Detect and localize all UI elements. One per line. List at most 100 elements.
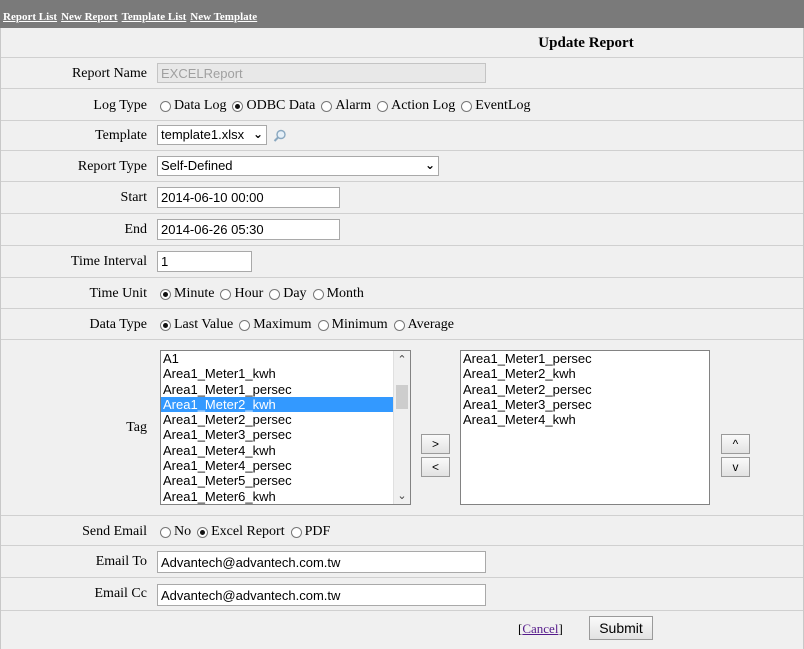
email-to-input[interactable] xyxy=(157,551,486,573)
template-row: Template template1.xlsx ⌄ xyxy=(1,121,803,151)
report-name-row: Report Name xyxy=(1,58,803,89)
log-type-radio-eventlog[interactable] xyxy=(461,100,473,112)
data-type-row: Data Type Last Value Maximum Minimum Ave… xyxy=(1,309,803,340)
add-tag-button[interactable]: > xyxy=(421,434,450,454)
time-unit-radio-minute[interactable] xyxy=(160,288,171,300)
list-item[interactable]: Area1_Meter1_kwh xyxy=(161,366,410,381)
list-item[interactable]: Area1_Meter4_persec xyxy=(161,458,410,473)
list-item[interactable]: Area1_Meter1_persec xyxy=(161,382,410,397)
email-to-label: Email To xyxy=(95,554,147,569)
time-unit-radio-day[interactable] xyxy=(269,288,281,300)
report-type-label: Report Type xyxy=(77,159,147,174)
email-to-row: Email To xyxy=(1,546,803,578)
time-unit-label: Time Unit xyxy=(89,286,147,301)
scroll-up-icon[interactable]: ⌃ xyxy=(394,351,410,368)
send-email-row: Send Email No Excel Report PDF xyxy=(1,516,803,546)
log-type-radio-odbc-data[interactable] xyxy=(232,100,244,112)
start-row: Start xyxy=(1,182,803,214)
report-type-select[interactable]: Self-Defined ⌄ xyxy=(157,156,439,176)
list-item-selected[interactable]: Area1_Meter2_kwh xyxy=(161,396,410,413)
log-type-option-label: EventLog xyxy=(475,98,531,113)
send-email-radio-pdf[interactable] xyxy=(290,526,302,538)
time-unit-option-label: Hour xyxy=(234,286,264,301)
list-item[interactable]: Area1_Meter2_persec xyxy=(461,382,709,397)
time-interval-row: Time Interval xyxy=(1,246,803,278)
template-select[interactable]: template1.xlsx ⌄ xyxy=(157,125,267,145)
send-email-radio-no[interactable] xyxy=(160,526,171,538)
time-unit-row: Time Unit Minute Hour Day Month xyxy=(1,278,803,309)
list-item[interactable]: Area1_Meter3_persec xyxy=(161,427,410,442)
report-name-label: Report Name xyxy=(71,66,147,81)
log-type-radio-alarm[interactable] xyxy=(321,100,333,112)
move-down-button[interactable]: v xyxy=(721,457,750,477)
selected-tags-listbox[interactable]: Area1_Meter1_persec Area1_Meter2_kwh Are… xyxy=(460,350,710,505)
list-item[interactable]: Area1_Meter2_kwh xyxy=(461,366,709,381)
scroll-down-icon[interactable]: ⌄ xyxy=(394,487,410,504)
nav-link-report-list[interactable]: Report List xyxy=(3,11,57,23)
form-title-row: Update Report xyxy=(1,28,803,58)
form-actions-row: [Cancel] Submit xyxy=(1,611,803,649)
list-item[interactable]: Area1_Meter2_persec xyxy=(161,412,410,427)
cancel-link-wrapper: [Cancel] xyxy=(518,621,563,636)
time-unit-option-label: Month xyxy=(326,286,364,301)
log-type-radio-action-log[interactable] xyxy=(377,100,389,112)
template-select-value: template1.xlsx xyxy=(161,127,245,142)
data-type-label: Data Type xyxy=(89,317,147,332)
log-type-radio-data-log[interactable] xyxy=(160,100,171,112)
time-interval-input[interactable] xyxy=(157,251,252,272)
chevron-down-icon: ⌄ xyxy=(424,158,435,172)
time-unit-radio-month[interactable] xyxy=(312,288,324,300)
time-unit-radio-hour[interactable] xyxy=(220,288,232,300)
data-type-option-label: Average xyxy=(407,317,454,332)
top-nav-bar: Report List New Report Template List New Te… xyxy=(0,0,804,28)
log-type-option-label: Data Log xyxy=(174,98,227,113)
listbox-scrollbar[interactable]: ⌃ ⌄ xyxy=(393,351,410,504)
report-type-row: Report Type Self-Defined ⌄ xyxy=(1,151,803,182)
list-item[interactable]: Area1_Meter4_kwh xyxy=(161,443,410,458)
end-label: End xyxy=(124,222,147,237)
list-item[interactable]: Area1_Meter5_persec xyxy=(161,473,410,488)
nav-link-new-template[interactable]: New Template xyxy=(190,11,257,23)
email-cc-input[interactable] xyxy=(157,584,486,606)
list-item[interactable]: A1 xyxy=(161,351,410,366)
send-email-radio-group: No Excel Report PDF xyxy=(160,524,336,540)
email-cc-row: Email Cc xyxy=(1,578,803,611)
log-type-option-label: Action Log xyxy=(391,98,456,113)
report-type-select-value: Self-Defined xyxy=(161,158,233,173)
list-item[interactable]: Area1_Meter4_kwh xyxy=(461,412,709,427)
log-type-radio-group: Data Log ODBC Data Alarm Action Log Even… xyxy=(160,98,536,114)
data-type-radio-maximum[interactable] xyxy=(239,319,251,331)
log-type-row: Log Type Data Log ODBC Data Alarm Action… xyxy=(1,89,803,121)
data-type-option-label: Minimum xyxy=(331,317,388,332)
scrollbar-thumb[interactable] xyxy=(396,385,408,409)
send-email-radio-excel-report[interactable] xyxy=(197,526,209,538)
start-label: Start xyxy=(120,190,147,205)
tag-row: Tag A1 Area1_Meter1_kwh Area1_Meter1_per… xyxy=(1,340,803,516)
log-type-option-label: ODBC Data xyxy=(246,98,316,113)
cancel-link[interactable]: Cancel xyxy=(522,621,558,636)
nav-link-new-report[interactable]: New Report xyxy=(61,11,118,23)
page-title: Update Report xyxy=(538,35,634,51)
tag-label: Tag xyxy=(126,420,147,435)
data-type-option-label: Last Value xyxy=(174,317,234,332)
data-type-radio-average[interactable] xyxy=(393,319,405,331)
email-cc-label: Email Cc xyxy=(94,586,148,601)
move-up-button[interactable]: ^ xyxy=(721,434,750,454)
time-interval-label: Time Interval xyxy=(70,254,147,269)
end-datetime-input[interactable] xyxy=(157,219,340,240)
data-type-radio-last-value[interactable] xyxy=(160,319,171,331)
available-tags-listbox[interactable]: A1 Area1_Meter1_kwh Area1_Meter1_persec … xyxy=(160,350,411,505)
update-report-form: Update Report Report Name Log Type Data … xyxy=(0,28,804,649)
list-item[interactable]: Area1_Meter3_persec xyxy=(461,397,709,412)
start-datetime-input[interactable] xyxy=(157,187,340,208)
submit-button[interactable]: Submit xyxy=(589,616,653,640)
list-item[interactable]: Area1_Meter1_persec xyxy=(461,351,709,366)
nav-link-template-list[interactable]: Template List xyxy=(122,11,187,23)
list-item[interactable]: Area1_Meter6_kwh xyxy=(161,489,410,504)
time-unit-radio-group: Minute Hour Day Month xyxy=(160,286,370,302)
data-type-radio-minimum[interactable] xyxy=(317,319,329,331)
search-icon[interactable] xyxy=(273,129,287,143)
send-email-label: Send Email xyxy=(82,524,147,539)
remove-tag-button[interactable]: < xyxy=(421,457,450,477)
send-email-option-label: Excel Report xyxy=(211,524,285,539)
